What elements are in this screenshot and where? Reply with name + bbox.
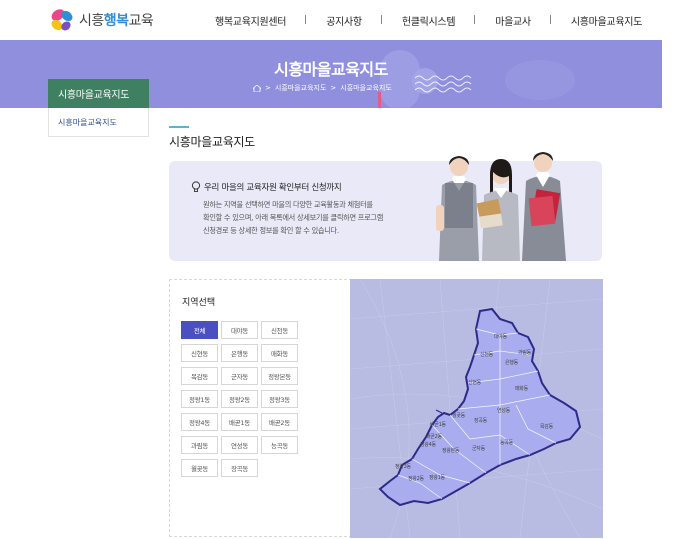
map-label[interactable]: 군자동 (472, 445, 485, 452)
map-label[interactable]: 정왕4동 (420, 441, 436, 448)
region-button[interactable]: 월곶동 (181, 459, 218, 477)
map-label[interactable]: 장곡동 (474, 417, 487, 424)
intro-heading: 우리 마을의 교육자원 확인부터 신청까지 (191, 181, 342, 193)
map-label[interactable]: 과림동 (518, 349, 531, 356)
side-menu: 시흥마을교육지도 시흥마을교육지도 (48, 79, 149, 137)
region-button[interactable]: 전체 (181, 321, 218, 339)
logo-pinwheel-icon (51, 9, 73, 31)
lightbulb-icon (191, 181, 201, 192)
region-button-grid: 전체 대야동 신천동신현동 은행동 매화동목감동 군자동 정왕본동정왕1동 정왕2동 정왕3동정… (181, 321, 301, 477)
map-label[interactable]: 정왕본동 (442, 447, 460, 454)
breadcrumb-item[interactable]: 시흥마을교육지도 (275, 83, 327, 93)
breadcrumb-item[interactable]: 시흥마을교육지도 (340, 83, 392, 93)
map-roads (350, 279, 603, 538)
logo-text: 시흥행복교육 (79, 13, 154, 29)
region-select-panel: 지역선택 전체 대야동 신천동 신현동 은행동 매화동 목감동 군자동 정왕본동 정왕1동 정왕2동… (169, 279, 603, 538)
map-label[interactable]: 목감동 (540, 423, 553, 430)
map-label[interactable]: 정왕2동 (408, 475, 424, 482)
intro-line: 확인할 수 있으며, 아래 목록에서 상세보기를 클릭하면 프로그램 (203, 213, 384, 222)
region-button[interactable]: 정왕4동 (181, 413, 218, 431)
region-button[interactable]: 정왕3동 (261, 390, 298, 408)
nav-item-education-map[interactable]: 시흥마을교육지도 (551, 13, 662, 28)
map-label[interactable]: 은행동 (505, 359, 518, 366)
region-button[interactable]: 정왕본동 (261, 367, 298, 385)
region-button[interactable]: 신천동 (261, 321, 298, 339)
site-logo[interactable]: 시흥행복교육 (48, 5, 154, 35)
breadcrumb-separator: > (330, 84, 337, 92)
region-select-title: 지역선택 (182, 298, 216, 308)
main-nav: 행복교육지원센터 공지사항 헌클릭시스템 마을교사 시흥마을교육지도 (195, 0, 662, 40)
region-button[interactable]: 군자동 (221, 367, 258, 385)
region-button[interactable]: 장곡동 (221, 459, 258, 477)
nav-item-notice[interactable]: 공지사항 (306, 13, 382, 28)
site-header: 시흥행복교육 행복교육지원센터 공지사항 헌클릭시스템 마을교사 시흥마을교육지… (0, 0, 700, 40)
map-label[interactable]: 정왕1동 (429, 474, 445, 481)
map-label[interactable]: 정왕3동 (395, 463, 411, 470)
map-label[interactable]: 신현동 (468, 379, 481, 386)
region-button[interactable]: 대야동 (221, 321, 258, 339)
intro-line: 신청경로 등 상세한 정보를 확인 할 수 있습니다. (203, 226, 339, 235)
siheung-map[interactable]: 대야동신천동 과림동 은행동신현동매화동월곶동장곡동 연성동배곧1동배곧2동 정왕4동정… (350, 279, 603, 538)
region-button[interactable]: 능곡동 (261, 436, 298, 454)
region-button[interactable]: 배곧2동 (261, 413, 298, 431)
nav-item-click-system[interactable]: 헌클릭시스템 (382, 13, 476, 28)
home-icon[interactable] (253, 84, 261, 92)
region-button[interactable]: 배곧1동 (221, 413, 258, 431)
region-button[interactable]: 정왕1동 (181, 390, 218, 408)
region-button[interactable]: 연성동 (221, 436, 258, 454)
map-label[interactable]: 매화동 (515, 385, 528, 392)
map-label[interactable]: 대야동 (494, 333, 507, 340)
intro-box: 우리 마을의 교육자원 확인부터 신청까지 원하는 지역을 선택하면 마을의 다… (169, 152, 602, 261)
region-button[interactable]: 은행동 (221, 344, 258, 362)
content-title: 시흥마을교육지도 (169, 135, 255, 149)
region-button[interactable]: 과림동 (181, 436, 218, 454)
region-button[interactable]: 정왕2동 (221, 390, 258, 408)
breadcrumb-separator: > (265, 84, 271, 92)
breadcrumb: > 시흥마을교육지도 > 시흥마을교육지도 (253, 83, 392, 93)
title-accent-line (169, 126, 189, 128)
region-button[interactable]: 신현동 (181, 344, 218, 362)
region-button[interactable]: 매화동 (261, 344, 298, 362)
nav-item-village-teacher[interactable]: 마을교사 (475, 13, 551, 28)
map-label[interactable]: 연성동 (497, 407, 510, 414)
students-illustration (436, 152, 566, 261)
region-button[interactable]: 목감동 (181, 367, 218, 385)
map-label[interactable]: 배곧2동 (426, 433, 442, 440)
map-label[interactable]: 배곧1동 (430, 421, 446, 428)
side-menu-item-education-map[interactable]: 시흥마을교육지도 (48, 108, 149, 137)
nav-item-center[interactable]: 행복교육지원센터 (195, 13, 307, 28)
side-menu-title: 시흥마을교육지도 (48, 79, 149, 108)
map-label[interactable]: 신천동 (480, 351, 493, 358)
intro-description: 원하는 지역을 선택하면 마을의 다양한 교육활동과 체험터를 확인할 수 있으… (203, 198, 418, 237)
intro-line: 원하는 지역을 선택하면 마을의 다양한 교육활동과 체험터를 (203, 200, 373, 209)
map-label[interactable]: 능곡동 (500, 439, 513, 446)
intro-heading-text: 우리 마을의 교육자원 확인부터 신청까지 (204, 183, 342, 193)
banner-title: 시흥마을교육지도 (274, 60, 388, 79)
map-label[interactable]: 월곶동 (452, 412, 465, 419)
banner-accent-bar (378, 92, 381, 108)
